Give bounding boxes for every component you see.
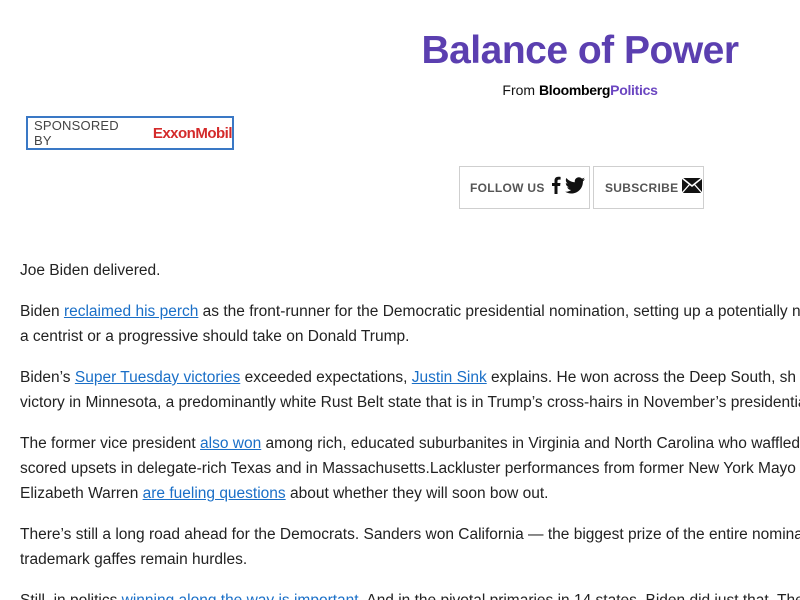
are-fueling-questions-link[interactable]: are fueling questions [143,485,286,502]
paragraph-text: victory in Minnesota, a predominantly wh… [20,394,800,411]
paragraph-text: Biden’s [20,369,75,386]
article-paragraph: There’s still a long road ahead for the … [20,522,800,572]
justin-sink-link[interactable]: Justin Sink [412,369,487,386]
sponsor-label: SPONSORED BY [34,118,119,148]
paragraph-text: explains. He won across the Deep South, … [486,369,797,386]
publisher-line[interactable]: From BloombergPolitics [380,80,780,100]
paragraph-text: The former vice president [20,435,201,452]
from-label: From [502,82,539,98]
paragraph-text: about whether they will soon bow out. [285,485,549,502]
article-paragraph: Biden’s Super Tuesday victories exceeded… [20,365,800,415]
paragraph-text: a centrist or a progressive should take … [20,328,410,345]
reclaimed-his-perch-link[interactable]: reclaimed his perch [64,303,198,320]
envelope-icon [681,176,703,198]
subscribe-button[interactable]: SUBSCRIBE [593,166,704,209]
subscribe-label: SUBSCRIBE [605,180,679,195]
paragraph-text: . And in the pivotal primaries in 14 sta… [359,592,800,600]
winning-along-the-way-link[interactable]: winning along the way is important [122,592,359,600]
paragraph-text: Still, in politics [20,592,122,600]
politics-brand: Politics [610,82,658,98]
masthead: Balance of Power From BloombergPolitics [380,28,780,100]
paragraph-text: among rich, educated suburbanites in Vir… [261,435,800,452]
twitter-icon[interactable] [564,176,585,199]
paragraph-text: trademark gaffes remain hurdles. [20,551,248,568]
also-won-link[interactable]: also won [200,435,261,452]
paragraph-text: Joe Biden delivered. [20,262,161,279]
paragraph-text: There’s still a long road ahead for the … [20,526,800,543]
article-paragraph: The former vice president also won among… [20,431,800,506]
paragraph-text: as the front-runner for the Democratic p… [198,303,800,320]
article-paragraph: Biden reclaimed his perch as the front-r… [20,299,800,349]
article-body: Joe Biden delivered. Biden reclaimed his… [20,258,800,600]
article-paragraph: Joe Biden delivered. [20,258,800,283]
paragraph-text: Biden [20,303,64,320]
exxonmobil-logo: ExxonMobil [152,124,233,142]
follow-us-label: FOLLOW US [470,180,545,195]
facebook-icon[interactable] [551,176,561,199]
follow-us-button[interactable]: FOLLOW US [459,166,590,209]
paragraph-text: Elizabeth Warren [20,485,143,502]
super-tuesday-victories-link[interactable]: Super Tuesday victories [75,369,240,386]
page-title: Balance of Power [421,29,739,72]
paragraph-text: scored upsets in delegate-rich Texas and… [20,460,796,477]
article-paragraph: Still, in politics winning along the way… [20,588,800,600]
paragraph-text: exceeded expectations, [240,369,412,386]
sponsor-banner[interactable]: SPONSORED BY ExxonMobil [26,116,234,150]
bloomberg-brand: Bloomberg [538,82,611,98]
